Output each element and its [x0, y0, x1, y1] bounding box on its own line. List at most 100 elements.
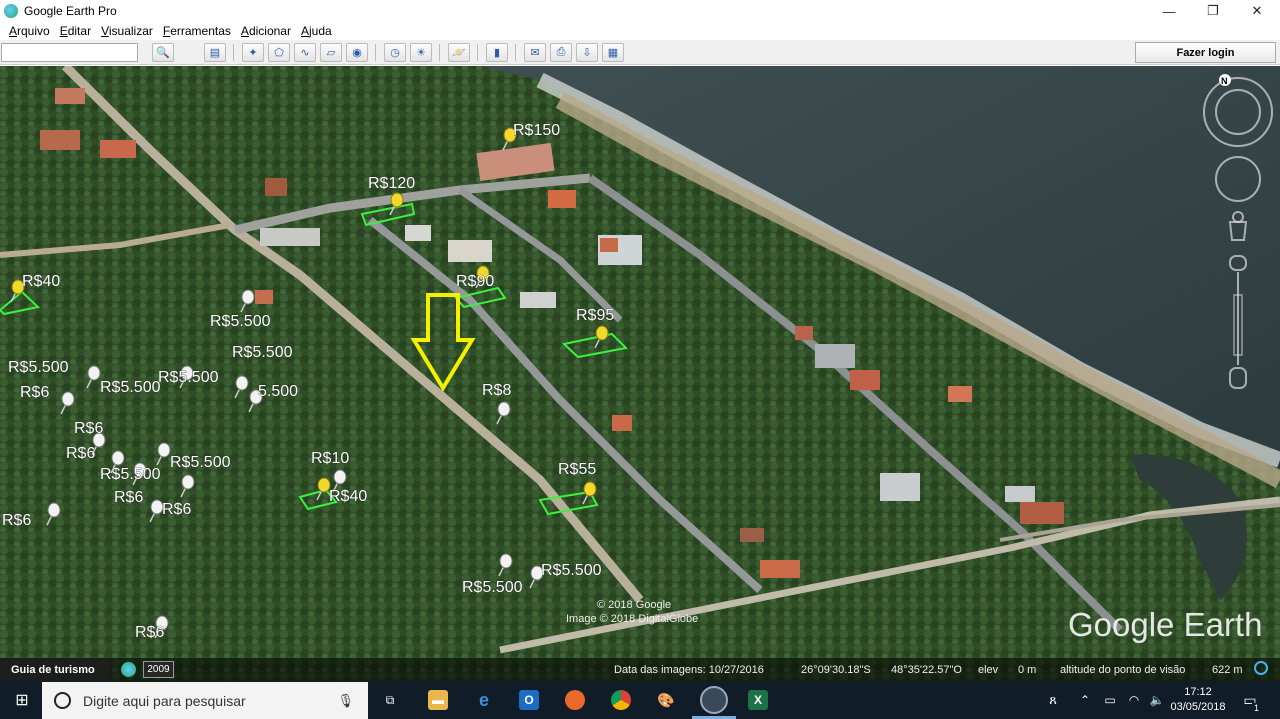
add-polygon-button[interactable]: ⬠ — [268, 43, 290, 62]
window-title: Google Earth Pro — [24, 4, 117, 18]
map-label: R$8 — [482, 382, 511, 399]
menu-visualizar[interactable]: Visualizar — [101, 24, 153, 38]
clock[interactable]: 17:12 03/05/2018 — [1168, 686, 1228, 713]
map-label: R$55 — [558, 461, 596, 478]
map-label: R$40 — [329, 488, 367, 505]
elevation-value: 0 m — [1018, 664, 1037, 676]
windows-logo-icon: ⊞ — [15, 692, 29, 709]
copyright-imagery: Image © 2018 DigitalGlobe — [566, 613, 698, 625]
add-overlay-button[interactable]: ▱ — [320, 43, 342, 62]
firefox-icon[interactable] — [565, 690, 585, 710]
eye-altitude-value: 622 m — [1212, 664, 1243, 676]
sidebar-icon: ▤ — [209, 47, 221, 59]
map-label: R$90 — [456, 273, 494, 290]
microphone-icon[interactable]: 🎙 — [337, 693, 354, 709]
outlook-icon[interactable]: O — [519, 690, 539, 710]
sun-icon: ☀ — [416, 47, 426, 59]
record-tour-button[interactable]: ◉ — [346, 43, 368, 62]
windows-start-button[interactable]: ⊞ — [12, 690, 32, 710]
eye-altitude-label: altitude do ponto de visão — [1060, 664, 1186, 676]
sidebar-toggle-button[interactable]: ▤ — [204, 43, 226, 62]
map-label: 5.500 — [258, 383, 298, 400]
task-view-button[interactable]: ⧉ — [380, 690, 400, 710]
menu-adicionar[interactable]: Adicionar — [241, 24, 291, 38]
map-label: R$95 — [576, 307, 614, 324]
print-button[interactable]: ⎙ — [550, 43, 572, 62]
notification-count: 1 — [1252, 703, 1262, 713]
login-button[interactable]: Fazer login — [1135, 42, 1276, 63]
map-label: R$5.500 — [232, 344, 293, 361]
menu-arquivo[interactable]: Arquivo — [9, 24, 50, 38]
close-button[interactable]: ✕ — [1234, 0, 1280, 22]
map-icon: ▦ — [607, 47, 619, 59]
ruler-icon: ▮ — [493, 47, 501, 59]
map-label: R$40 — [22, 273, 60, 290]
historical-year[interactable]: 2009 — [143, 661, 174, 678]
people-icon[interactable]: ጸ — [1043, 690, 1063, 710]
add-path-button[interactable]: ∿ — [294, 43, 316, 62]
edge-icon[interactable]: e — [474, 690, 494, 710]
add-placemark-button[interactable]: ✦ — [242, 43, 264, 62]
satellite-imagery: R$150 R$120 R$40 R$90 R$5.500 R$95 R$5.5… — [0, 66, 1280, 681]
tour-icon: ◉ — [352, 47, 362, 59]
map-label: R$5.500 — [158, 369, 219, 386]
longitude: 48°35'22.57"O — [891, 664, 962, 676]
map-label: R$6 — [162, 501, 191, 518]
toolbar — [0, 40, 1280, 65]
map-label: R$5.500 — [100, 379, 161, 396]
map-label: R$5.500 — [8, 359, 69, 376]
map-label: R$5.500 — [100, 466, 161, 483]
menu-bar: Arquivo Editar Visualizar Ferramentas Ad… — [0, 22, 1280, 40]
map-view[interactable]: R$150 R$120 R$40 R$90 R$5.500 R$95 R$5.5… — [0, 66, 1280, 681]
search-button[interactable]: 🔍 — [152, 43, 174, 62]
map-label: R$150 — [513, 122, 560, 139]
map-label: R$6 — [20, 384, 49, 401]
save-image-icon: ⇩ — [582, 47, 592, 59]
tour-guide-button[interactable]: Guia de turismo — [0, 658, 110, 681]
path-icon: ∿ — [300, 47, 310, 59]
view-in-maps-button[interactable]: ▦ — [602, 43, 624, 62]
ruler-button[interactable]: ▮ — [486, 43, 508, 62]
clock-date: 03/05/2018 — [1170, 701, 1226, 713]
status-bar: Data das imagens: 10/27/2016 26°09'30.18… — [0, 658, 1280, 681]
copyright-google: © 2018 Google — [597, 599, 671, 611]
map-label: R$6 — [114, 489, 143, 506]
cortana-icon — [54, 692, 71, 709]
elevation-label: elev — [978, 664, 999, 676]
search-input[interactable] — [1, 43, 138, 62]
maximize-button[interactable]: ❐ — [1190, 0, 1236, 22]
wifi-icon[interactable]: ◠ — [1124, 690, 1144, 710]
map-label: R$5.500 — [462, 579, 523, 596]
show-hidden-icons-button[interactable]: ⌃ — [1075, 690, 1095, 710]
clock-icon: ◷ — [390, 47, 400, 59]
map-label: R$6 — [135, 624, 164, 641]
map-label: R$6 — [66, 445, 95, 462]
historical-imagery-icon[interactable] — [121, 662, 136, 677]
map-label: R$120 — [368, 175, 415, 192]
map-label: R$5.500 — [170, 454, 231, 471]
excel-icon[interactable]: X — [748, 690, 768, 710]
historical-imagery-button[interactable]: ◷ — [384, 43, 406, 62]
menu-ferramentas[interactable]: Ferramentas — [163, 24, 231, 38]
google-earth-taskbar-icon[interactable] — [700, 686, 728, 714]
overlay-icon: ▱ — [326, 47, 336, 59]
taskbar-search-box[interactable]: Digite aqui para pesquisar 🎙 — [42, 682, 368, 719]
email-icon: ✉ — [530, 47, 540, 59]
volume-icon[interactable]: 🔈 — [1147, 690, 1167, 710]
paint-icon[interactable]: 🎨 — [656, 690, 676, 710]
email-button[interactable]: ✉ — [524, 43, 546, 62]
google-earth-watermark: Google Earth — [1068, 606, 1262, 643]
compass-label: N — [1221, 76, 1228, 86]
planet-icon: 🪐 — [452, 47, 466, 59]
map-label: R$5.500 — [541, 562, 602, 579]
menu-editar[interactable]: Editar — [60, 24, 91, 38]
streaming-indicator-icon — [1254, 661, 1268, 675]
chrome-icon[interactable] — [611, 690, 631, 710]
menu-ajuda[interactable]: Ajuda — [301, 24, 332, 38]
file-explorer-icon[interactable]: ▬ — [428, 690, 448, 710]
save-image-button[interactable]: ⇩ — [576, 43, 598, 62]
battery-icon[interactable]: ▭ — [1100, 690, 1120, 710]
switch-planet-button[interactable]: 🪐 — [448, 43, 470, 62]
minimize-button[interactable]: — — [1146, 0, 1192, 22]
sunlight-button[interactable]: ☀ — [410, 43, 432, 62]
